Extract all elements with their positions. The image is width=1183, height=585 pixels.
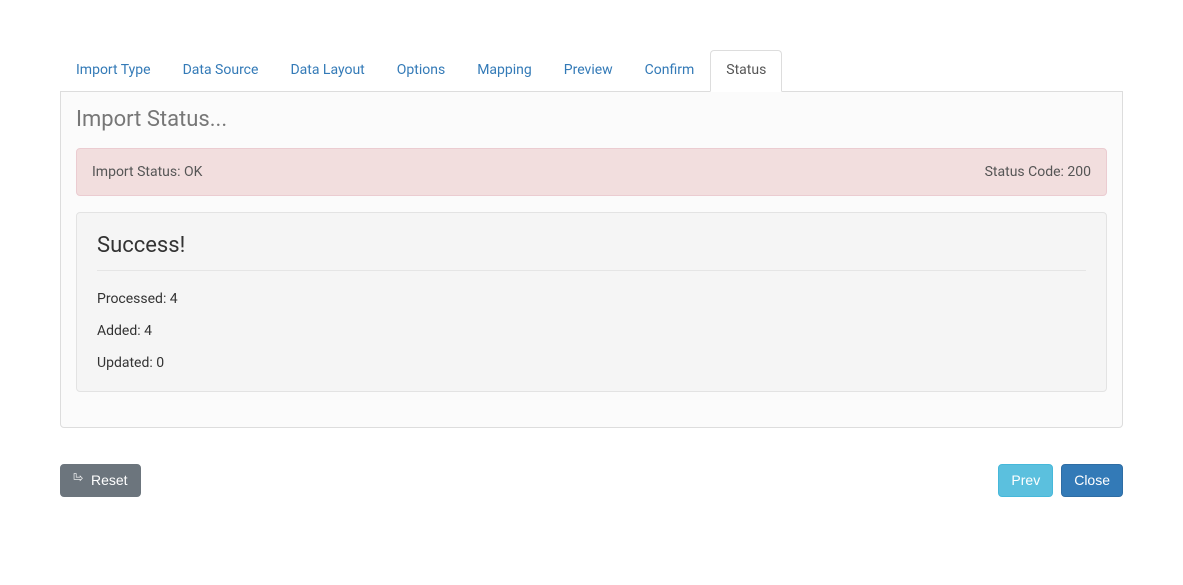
import-status-text: Import Status: OK: [92, 164, 202, 180]
tab-confirm[interactable]: Confirm: [629, 50, 711, 91]
tab-status[interactable]: Status: [710, 50, 782, 92]
close-button[interactable]: Close: [1061, 464, 1123, 498]
prev-button[interactable]: Prev: [998, 464, 1053, 498]
processed-stat: Processed: 4: [97, 291, 1086, 307]
status-panel: Import Status... Import Status: OK Statu…: [60, 91, 1123, 428]
added-stat: Added: 4: [97, 323, 1086, 339]
tab-import-type[interactable]: Import Type: [60, 50, 167, 91]
status-alert: Import Status: OK Status Code: 200: [76, 148, 1107, 196]
updated-stat: Updated: 0: [97, 355, 1086, 371]
tab-data-source[interactable]: Data Source: [167, 50, 275, 91]
close-button-label: Close: [1074, 471, 1110, 491]
result-well: Success! Processed: 4 Added: 4 Updated: …: [76, 212, 1107, 392]
tab-label: Import Type: [76, 62, 151, 78]
tab-label: Preview: [564, 62, 613, 78]
reset-button-label: Reset: [91, 471, 128, 491]
tab-label: Options: [397, 62, 445, 78]
footer-actions: Reset Prev Close: [0, 464, 1183, 498]
reset-button[interactable]: Reset: [60, 464, 141, 498]
prev-button-label: Prev: [1011, 471, 1040, 491]
tab-label: Data Layout: [290, 62, 364, 78]
status-code-text: Status Code: 200: [985, 164, 1091, 180]
tab-label: Confirm: [645, 62, 695, 78]
tab-data-layout[interactable]: Data Layout: [274, 50, 380, 91]
tab-preview[interactable]: Preview: [548, 50, 629, 91]
tab-mapping[interactable]: Mapping: [461, 50, 548, 91]
result-title: Success!: [97, 233, 1086, 271]
tab-label: Data Source: [183, 62, 259, 78]
reset-icon: [73, 476, 85, 484]
tab-label: Status: [726, 62, 766, 78]
tab-options[interactable]: Options: [381, 50, 461, 91]
panel-title: Import Status...: [76, 107, 1107, 132]
tab-label: Mapping: [477, 62, 532, 78]
tab-bar: Import Type Data Source Data Layout Opti…: [60, 50, 1123, 92]
